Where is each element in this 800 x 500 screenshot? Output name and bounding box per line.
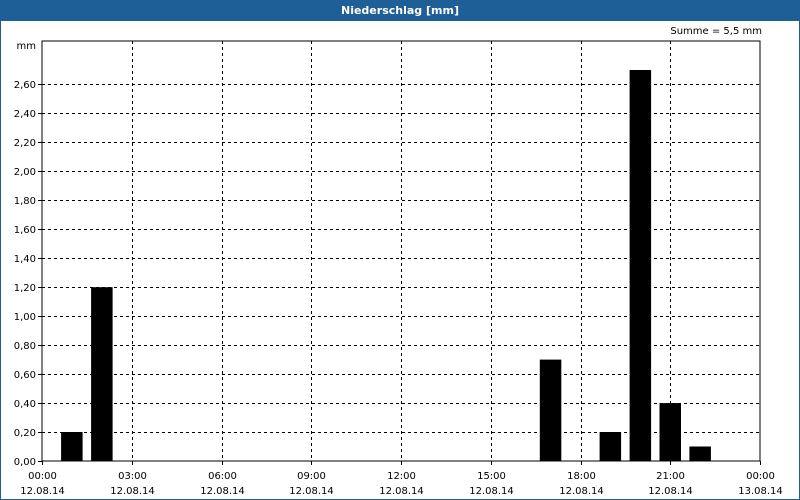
bar [659,403,681,461]
y-axis-label: mm [17,41,36,52]
precipitation-chart: 0,00 0,20 0,40 0,60 0,80 1,00 1,20 1,40 1,60 1,80… [14,40,783,497]
x-tick-date-label: 12.08.14 [469,486,514,497]
x-tick-time-label: 00:00 [746,471,775,482]
bar [61,432,83,461]
y-tick-label: 2,40 [14,109,36,120]
x-tick-time-label: 03:00 [118,471,147,482]
bar-series [61,70,711,461]
bar [599,432,622,461]
x-tick-time-label: 18:00 [567,471,596,482]
y-tick-label: 1,20 [14,283,36,294]
x-tick-date-label: 12.08.14 [559,486,604,497]
y-tick-label: 2,20 [14,138,36,149]
y-tick-label: 1,60 [14,225,36,236]
y-tick-label: 0,80 [14,341,36,352]
x-tick-date-label: 13.08.14 [738,486,783,497]
x-tick-time-label: 12:00 [387,471,416,482]
x-tick-time-label: 21:00 [656,471,685,482]
y-tick-label: 2,00 [14,167,36,178]
y-tick-label: 0,60 [14,370,36,381]
y-tick-label: 1,40 [14,254,36,265]
y-tick-label: 0,20 [14,428,36,439]
x-tick-date-label: 12.08.14 [20,486,65,497]
x-tick-time-label: 00:00 [28,471,57,482]
x-tick-date-label: 12.08.14 [200,486,245,497]
x-tick-time-label: 15:00 [477,471,506,482]
x-tick-date-label: 12.08.14 [648,486,693,497]
bar [689,446,711,461]
bar [91,287,113,461]
y-tick-label: 1,80 [14,196,36,207]
x-tick-time-label: 06:00 [208,471,237,482]
y-tick-label: 1,00 [14,312,36,323]
y-tick-label: 2,60 [14,80,36,91]
x-tick-date-label: 12.08.14 [110,486,155,497]
bar [629,70,652,461]
y-tick-label: 0,40 [14,399,36,410]
y-tick-label: 0,00 [14,457,36,468]
grid-lines [42,41,760,461]
x-tick-date-label: 12.08.14 [379,486,424,497]
x-tick-date-label: 12.08.14 [289,486,334,497]
x-tick-time-label: 09:00 [297,471,326,482]
bar [539,359,562,461]
